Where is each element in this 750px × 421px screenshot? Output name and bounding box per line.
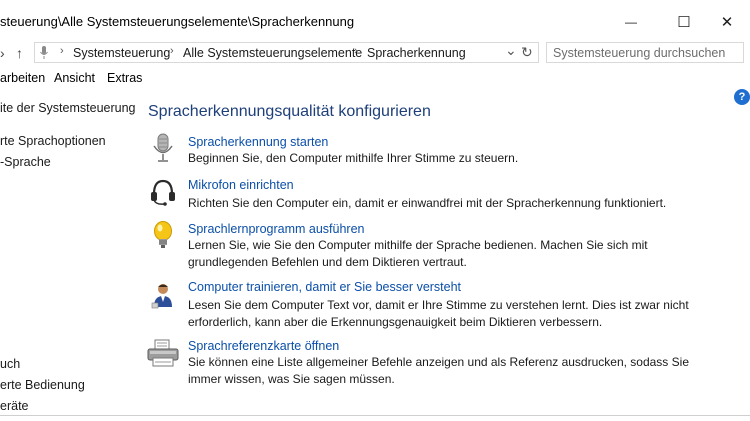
search-input[interactable] [546,42,744,63]
left-link-sprache[interactable]: -Sprache [0,155,51,169]
breadcrumb-separator: › [170,45,174,57]
task-link-spracherkennung-starten[interactable]: Spracherkennung starten [188,135,328,149]
minimize-button[interactable]: — [611,8,651,36]
microphone-small-icon [40,46,48,59]
task-desc: Sie können eine Liste allgemeiner Befehl… [188,355,689,386]
maximize-button[interactable]: ☐ [664,8,704,36]
title-bar: steuerung\Alle Systemsteuerungselemente\… [0,0,750,42]
breadcrumb-systemsteuerung[interactable]: Systemsteuerung [73,46,170,60]
left-link-bottom-3[interactable]: eräte [0,399,29,413]
left-link-bottom-2[interactable]: erte Bedienung [0,378,85,392]
bottom-border [0,415,750,416]
left-link-bottom-1[interactable]: uch [0,357,20,371]
task-desc: Lesen Sie dem Computer Text vor, damit e… [188,298,689,329]
menu-bearbeiten[interactable]: arbeiten [0,71,45,85]
user-training-icon [151,284,172,309]
left-link-startseite[interactable]: ite der Systemsteuerung [0,101,136,115]
refresh-icon[interactable]: ↻ [521,44,533,61]
breadcrumb-spracherkennung[interactable]: Spracherkennung [367,46,466,60]
lightbulb-icon [154,221,172,248]
close-icon: ✕ [720,14,734,31]
address-dropdown-icon[interactable]: ⌄ [505,42,517,59]
breadcrumb-separator: › [60,45,64,57]
back-arrow-icon[interactable]: › [0,42,5,64]
breadcrumb-alle-elemente[interactable]: Alle Systemsteuerungselemente [183,46,362,60]
page-title: Spracherkennungsqualität konfigurieren [148,103,431,120]
minimize-icon: — [625,15,637,29]
left-link-sprachoptionen[interactable]: rte Sprachoptionen [0,134,106,148]
maximize-icon: ☐ [677,14,691,31]
close-button[interactable]: ✕ [707,8,747,36]
task-desc: Richten Sie den Computer ein, damit er e… [188,196,667,210]
task-desc: Beginnen Sie, den Computer mithilfe Ihre… [188,151,519,165]
help-icon[interactable]: ? [734,89,750,105]
task-link-sprachreferenzkarte[interactable]: Sprachreferenzkarte öffnen [188,339,339,353]
menu-extras[interactable]: Extras [107,71,142,85]
window-title: steuerung\Alle Systemsteuerungselemente\… [0,14,355,29]
headset-icon [151,179,175,206]
task-desc: Lernen Sie, wie Sie den Computer mithilf… [188,238,648,269]
breadcrumb-separator: › [354,45,358,57]
task-link-mikrofon-einrichten[interactable]: Mikrofon einrichten [188,178,294,192]
task-link-computer-trainieren[interactable]: Computer trainieren, damit er Sie besser… [188,280,461,294]
up-arrow-icon[interactable]: ↑ [16,42,23,64]
printer-icon [147,339,179,367]
menu-ansicht[interactable]: Ansicht [54,71,95,85]
task-link-sprachlernprogramm[interactable]: Sprachlernprogramm ausführen [188,222,364,236]
microphone-icon [153,133,173,162]
